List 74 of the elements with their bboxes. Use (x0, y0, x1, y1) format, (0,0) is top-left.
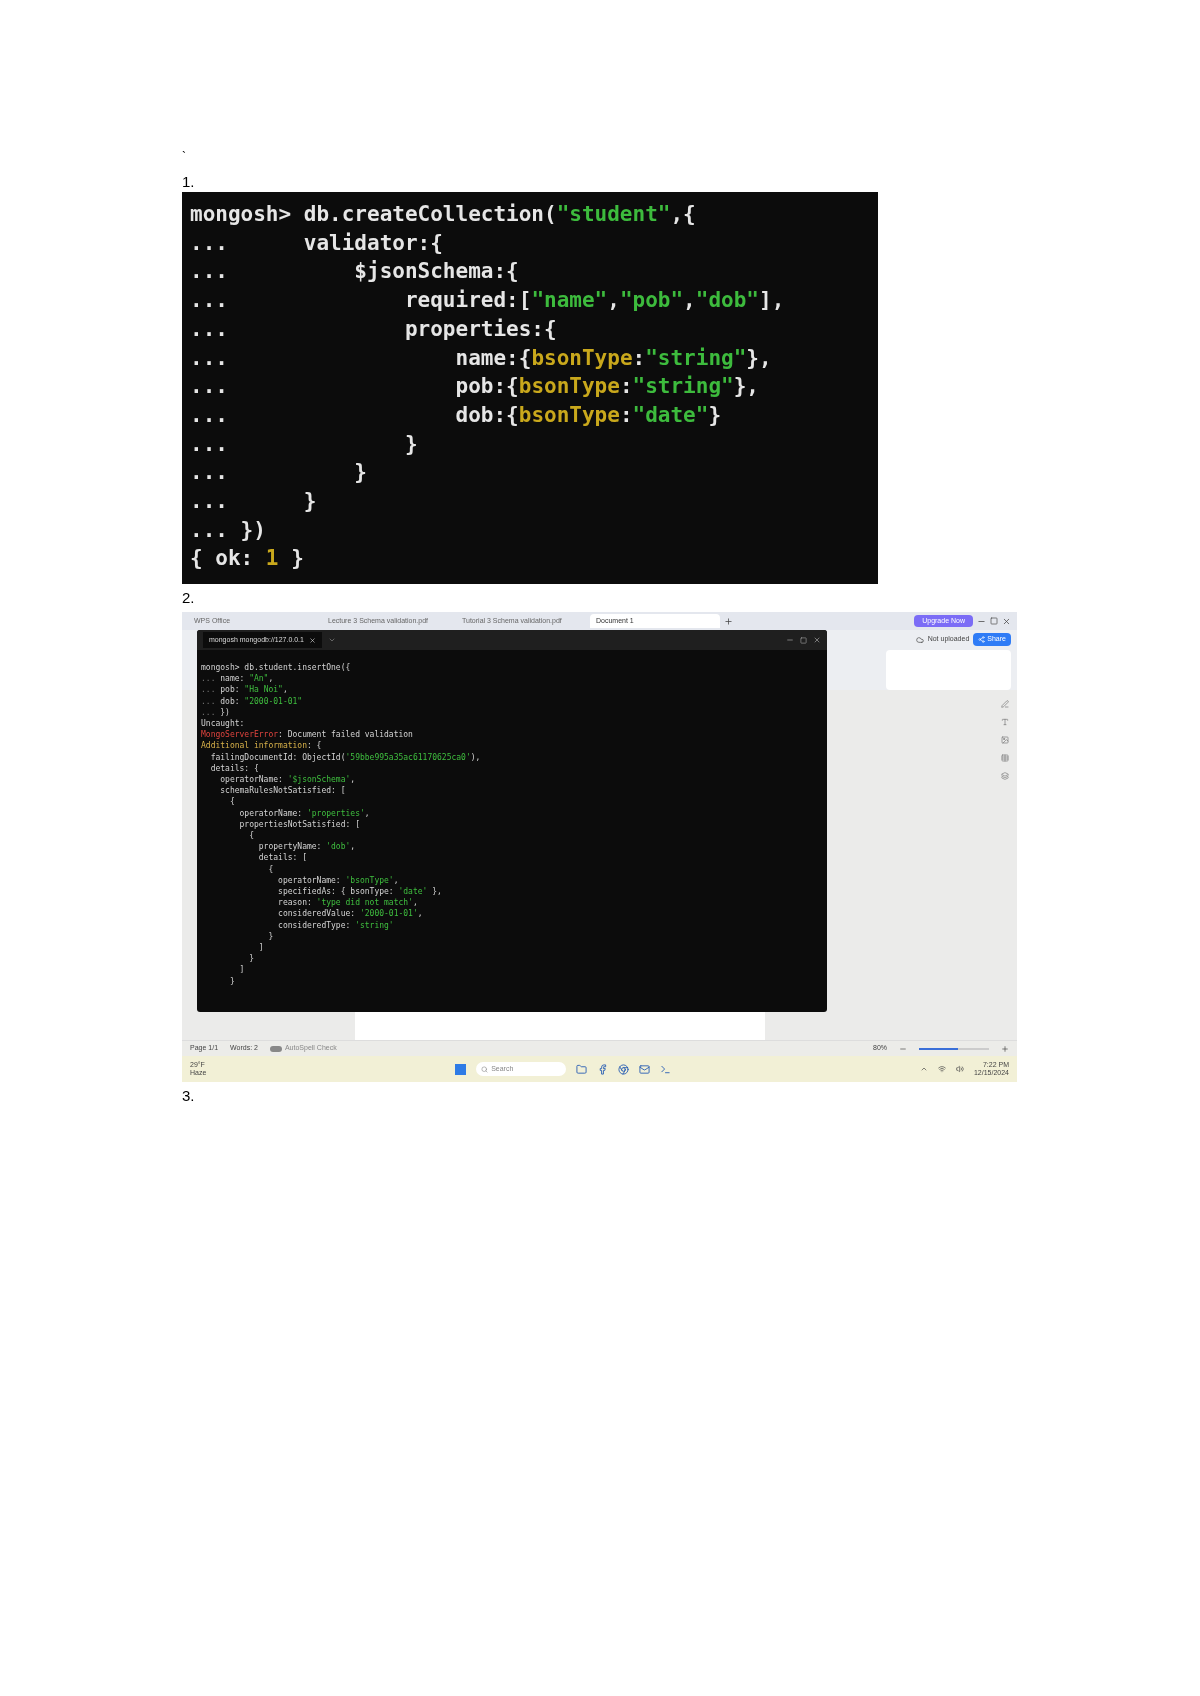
code-line: mongosh> db.createCollection("student",{ (190, 201, 697, 228)
volume-icon[interactable] (955, 1065, 964, 1073)
sidebar-tool-icon[interactable] (1001, 754, 1009, 762)
terminal-line: Uncaught: (201, 718, 246, 730)
terminal-line: propertyName: 'dob', (257, 841, 357, 853)
terminal-line: { (248, 830, 255, 842)
tab-menu-icon[interactable] (327, 636, 336, 644)
terminal-line: ... pob: "Ha Noi", (201, 684, 289, 696)
terminal-line: ... name: "An", (201, 673, 275, 685)
sidebar-tool-icon[interactable] (1001, 700, 1009, 708)
sidebar-tool-icon[interactable] (1001, 718, 1009, 726)
maximize-icon[interactable] (990, 617, 998, 625)
page-mark: ` (182, 150, 187, 164)
spell-check-toggle[interactable] (269, 1045, 282, 1052)
list-number: 2. (182, 588, 196, 608)
terminal-line: consideredValue: '2000-01-01', (277, 908, 424, 920)
new-tab-icon[interactable] (724, 616, 733, 626)
terminal-line: { (267, 863, 275, 875)
zoom-in-icon[interactable] (1001, 1044, 1009, 1053)
zoom-slider[interactable] (919, 1047, 989, 1050)
start-icon[interactable] (455, 1063, 467, 1075)
terminal-line: operatorName: '$jsonSchema', (219, 774, 357, 786)
code-line: ... name:{bsonType:"string"}, (190, 344, 773, 372)
code-line: ... } (190, 488, 318, 516)
terminal-line: mongosh> db.student.insertOne({ (201, 662, 352, 674)
minimize-icon[interactable] (786, 636, 794, 644)
taskbar-app-icon[interactable] (639, 1063, 651, 1075)
terminal-line: Additional information: { (201, 740, 323, 752)
code-line: ... required:["name","pob","dob"], (190, 287, 786, 315)
tray-expand-icon[interactable] (919, 1065, 928, 1073)
terminal-line: specifiedAs: { bsonType: 'date' }, (277, 886, 443, 898)
close-icon[interactable] (813, 636, 821, 644)
code-line: ... $jsonSchema:{ (190, 258, 520, 286)
terminal-line: ] (238, 964, 246, 976)
terminal-line: MongoServerError: Document failed validation (201, 729, 414, 741)
code-line: ... } (190, 430, 419, 458)
code-line: ... properties:{ (190, 315, 558, 343)
terminal-line: reason: 'type did not match', (277, 897, 419, 909)
terminal-line: } (248, 953, 255, 965)
taskbar-app-icon[interactable] (576, 1063, 588, 1075)
terminal-line: operatorName: 'properties', (238, 807, 371, 819)
share-icon (978, 636, 986, 643)
terminal-line: operatorName: 'bsonType', (277, 874, 400, 887)
terminal-line: consideredType: 'string' (277, 919, 395, 931)
code-line: ... } (190, 459, 368, 487)
taskbar-app-icon[interactable] (618, 1063, 630, 1075)
close-icon[interactable] (308, 636, 316, 644)
taskbar-app-icon[interactable] (597, 1063, 609, 1075)
terminal-line: failingDocumentId: ObjectId('59bbe995a35ac61170625ca0'), (209, 751, 482, 763)
terminal-line: schemaRulesNotSatisfied: [ (219, 785, 347, 797)
code-line: ... dob:{bsonType:"date"} (190, 401, 723, 429)
terminal-line: propertiesNotSatisfied: [ (238, 818, 361, 831)
close-icon[interactable] (1002, 616, 1011, 626)
sidebar-tool-icon[interactable] (1001, 772, 1009, 780)
code-line: { ok: 1 } (190, 545, 305, 573)
terminal-line: ... dob: "2000-01-01" (201, 695, 304, 707)
cloud-icon (915, 635, 924, 644)
terminal-line: { (228, 796, 236, 808)
sidebar-tool-icon[interactable] (1001, 736, 1009, 744)
code-line: ... pob:{bsonType:"string"}, (190, 373, 760, 401)
wifi-icon[interactable] (937, 1065, 946, 1073)
terminal-line: ... }) (201, 706, 231, 718)
search-icon (481, 1065, 489, 1073)
terminal-line: details: { (209, 762, 260, 775)
list-number: 3. (182, 1086, 196, 1106)
code-line: ... }) (190, 516, 267, 544)
list-number: 1. (182, 172, 196, 192)
terminal-line: details: [ (257, 852, 308, 864)
maximize-icon[interactable] (800, 636, 807, 644)
terminal-line: } (228, 975, 236, 987)
terminal-line: ] (257, 942, 265, 954)
taskbar-app-icon[interactable] (660, 1063, 672, 1075)
code-line: ... validator:{ (190, 229, 444, 257)
terminal-line: } (267, 930, 275, 943)
